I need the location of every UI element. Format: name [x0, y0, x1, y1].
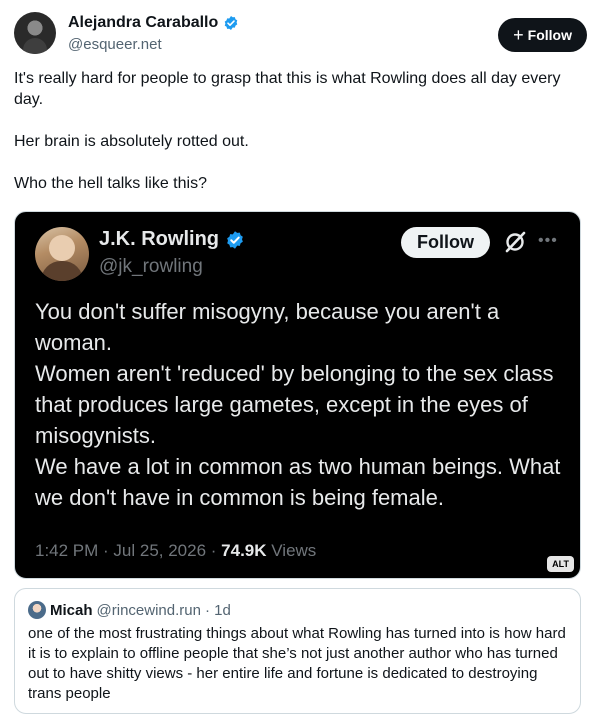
author-display-name[interactable]: Alejandra Caraballo	[68, 14, 218, 32]
embedded-tweet-line: You don't suffer misogyny, because you a…	[35, 299, 500, 355]
author-avatar[interactable]	[14, 12, 56, 54]
embedded-views-count: 74.9K	[221, 541, 267, 560]
quoted-post[interactable]: Micah @rincewind.run · 1d one of the mos…	[14, 588, 581, 714]
quoted-handle: @rincewind.run	[96, 601, 201, 619]
follow-button[interactable]: + Follow	[498, 18, 587, 52]
tweet-header: Alejandra Caraballo @esqueer.net + Follo…	[14, 12, 587, 58]
author-name-block: Alejandra Caraballo @esqueer.net	[68, 14, 239, 53]
tweet-text: It's really hard for people to grasp tha…	[14, 68, 587, 215]
embedded-avatar	[35, 227, 89, 281]
tweet-paragraph: It's really hard for people to grasp tha…	[14, 70, 561, 108]
follow-button-label: Follow	[527, 27, 572, 43]
embedded-tweet-body: You don't suffer misogyny, because you a…	[35, 296, 565, 513]
embedded-screenshot-image[interactable]: J.K. Rowling @jk_rowling Follow ••• You …	[14, 211, 581, 579]
author-handle[interactable]: @esqueer.net	[68, 36, 239, 53]
embedded-views-label: Views	[266, 541, 317, 560]
author-name-row: Alejandra Caraballo	[68, 14, 239, 32]
embedded-display-name: J.K. Rowling	[99, 228, 219, 250]
plus-icon: +	[513, 25, 524, 45]
embedded-tweet-line: Women aren't 'reduced' by belonging to t…	[35, 361, 554, 448]
more-icon: •••	[538, 232, 558, 249]
quoted-age: · 1d	[204, 601, 231, 619]
quoted-post-text: one of the most frustrating things about…	[28, 625, 566, 702]
embedded-tweet-meta: 1:42 PM · Jul 25, 2026 · 74.9K Views	[35, 541, 316, 561]
embedded-timestamp: 1:42 PM · Jul 25, 2026 ·	[35, 541, 222, 560]
tweet-paragraph: Who the hell talks like this?	[14, 175, 207, 192]
verified-badge-icon	[225, 16, 238, 30]
quoted-post-header: Micah @rincewind.run · 1d	[28, 601, 231, 619]
verified-badge-icon	[227, 230, 243, 249]
tweet-paragraph: Her brain is absolutely rotted out.	[14, 133, 249, 150]
grok-icon	[505, 231, 526, 253]
quoted-display-name: Micah	[50, 601, 93, 619]
quoted-avatar	[28, 601, 46, 619]
embedded-name-row: J.K. Rowling	[99, 228, 245, 251]
alt-text-badge[interactable]: ALT	[547, 556, 574, 572]
embedded-follow-button: Follow	[401, 227, 490, 258]
embedded-handle: @jk_rowling	[99, 256, 203, 277]
embedded-tweet-line: We have a lot in common as two human bei…	[35, 454, 561, 510]
